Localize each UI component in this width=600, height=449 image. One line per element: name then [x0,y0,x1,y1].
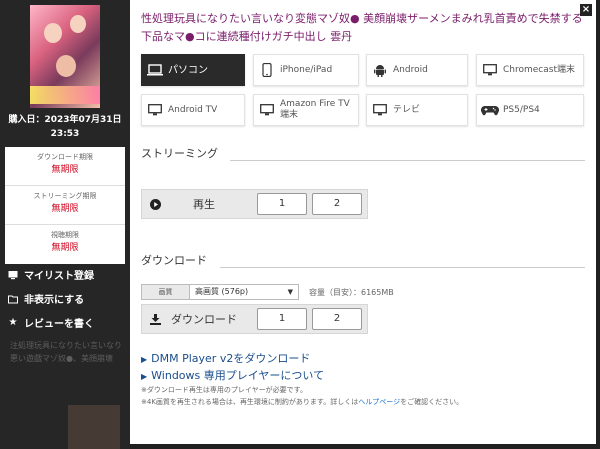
file-size: 容量（目安）：6165MB [309,287,394,297]
note-4k-prefix: ※4K画質を再生される場合は、再生環境に制約があります。詳しくは [141,398,359,406]
hide-button[interactable]: 非表示にする [8,291,84,306]
download-divider [220,267,585,268]
device-label: iPhone/iPad [280,64,333,75]
left-panel: 購入日：2023年07月31日 23:53 ダウンロード期限 無期限 ストリーミ… [0,0,130,449]
monitor-icon [367,104,393,116]
device-label: PS5/PS4 [503,104,540,115]
folder-icon [8,294,18,304]
download-bar: ダウンロード 1 2 [141,304,368,334]
device-label: Android TV [168,104,218,115]
limit-label: ダウンロード期限 [37,153,93,161]
play-modal: × 性処理玩具になりたい言いなり変態マゾ奴● 美顔崩壊ザーメンまみれ乳首責めで失… [130,0,596,444]
note-4k: ※4K画質を再生される場合は、再生環境に制約があります。詳しくはヘルプページをご… [141,397,463,407]
windows-player-link[interactable]: ▶ Windows 専用プレイヤーについて [141,367,324,383]
download-label: ダウンロード [171,313,237,326]
dmm-player-link[interactable]: ▶ DMM Player v2をダウンロード [141,350,310,366]
device-chromecast-button[interactable]: Chromecast端末 [476,54,584,86]
help-page-link[interactable]: ヘルプページ [358,398,400,406]
windows-player-link-label: Windows 専用プレイヤーについて [151,369,325,382]
add-mylist-button[interactable]: マイリスト登録 [8,267,94,282]
monitor-icon [254,104,280,116]
purchase-time: 23:53 [50,129,80,139]
write-review-label: レビューを書く [24,319,94,330]
product-title: 性処理玩具になりたい言いなり変態マゾ奴● 美顔崩壊ザーメンまみれ乳首責めで失禁す… [141,12,583,43]
play-label: 再生 [193,198,215,211]
purchase-date-label: 購入日：2023年07月31日 [8,115,122,125]
quality-row: 画質 高画質 (576p) ▼ 容量（目安）：6165MB [141,284,394,300]
limit-value: 無期限 [51,165,79,175]
android-icon [367,64,393,77]
cover-image[interactable] [30,5,100,108]
limit-value: 無期限 [51,243,79,253]
dmm-player-link-label: DMM Player v2をダウンロード [151,352,311,365]
hide-label: 非表示にする [24,295,85,306]
view-limit: 視聴期限 無期限 [5,225,125,264]
device-label: テレビ [393,104,421,115]
quality-value: 高画質 (576p) [195,287,249,296]
note-4k-suffix: をご確認ください。 [400,398,464,406]
tv-icon [8,270,18,280]
star-icon: ★ [8,317,18,328]
download-part-2-button[interactable]: 2 [312,308,362,330]
streaming-limit: ストリーミング期限 無期限 [5,186,125,225]
device-iphone-button[interactable]: iPhone/iPad [253,54,359,86]
limit-value: 無期限 [51,204,79,214]
download-icon [150,310,161,329]
play-icon [150,195,161,214]
quality-tag: 画質 [141,284,189,300]
limit-label: ストリーミング期限 [33,192,97,200]
device-ps-button[interactable]: PS5/PS4 [476,94,584,126]
download-heading: ダウンロード [141,254,207,267]
monitor-icon [142,104,168,116]
device-pc-button[interactable]: パソコン [141,54,245,86]
laptop-icon [142,64,168,76]
play-button[interactable]: 再生 [142,190,215,218]
monitor-icon [477,64,503,76]
download-button[interactable]: ダウンロード [142,305,237,333]
phone-icon [254,63,280,77]
download-limit: ダウンロード期限 無期限 [5,147,125,186]
device-android-button[interactable]: Android [366,54,468,86]
purchase-date: 購入日：2023年07月31日 23:53 [0,113,130,141]
chevron-right-icon: ▶ [141,355,148,364]
streaming-heading: ストリーミング [141,147,218,160]
note-download: ※ダウンロード再生は専用のプレイヤーが必要です。 [141,386,307,394]
gamepad-icon [477,105,503,116]
streaming-bar: 再生 1 2 [141,189,368,219]
write-review-button[interactable]: ★ レビューを書く [8,315,94,330]
stream-part-2-button[interactable]: 2 [312,193,362,215]
add-mylist-label: マイリスト登録 [24,271,94,282]
device-label: Amazon Fire TV端末 [280,99,350,120]
device-label: Chromecast端末 [503,64,575,75]
quality-select[interactable]: 高画質 (576p) ▼ [189,284,299,300]
streaming-divider [230,160,585,161]
stream-part-1-button[interactable]: 1 [257,193,307,215]
chevron-right-icon: ▶ [141,372,148,381]
download-part-1-button[interactable]: 1 [257,308,307,330]
limits-box: ダウンロード期限 無期限 ストリーミング期限 無期限 視聴期限 無期限 [5,147,125,264]
device-label: パソコン [168,64,208,76]
device-fire-tv-button[interactable]: Amazon Fire TV端末 [253,94,359,126]
chevron-down-icon: ▼ [287,288,293,296]
limit-label: 視聴期限 [51,231,79,239]
device-tv-button[interactable]: テレビ [366,94,468,126]
device-android-tv-button[interactable]: Android TV [141,94,245,126]
device-label: Android [393,64,428,75]
